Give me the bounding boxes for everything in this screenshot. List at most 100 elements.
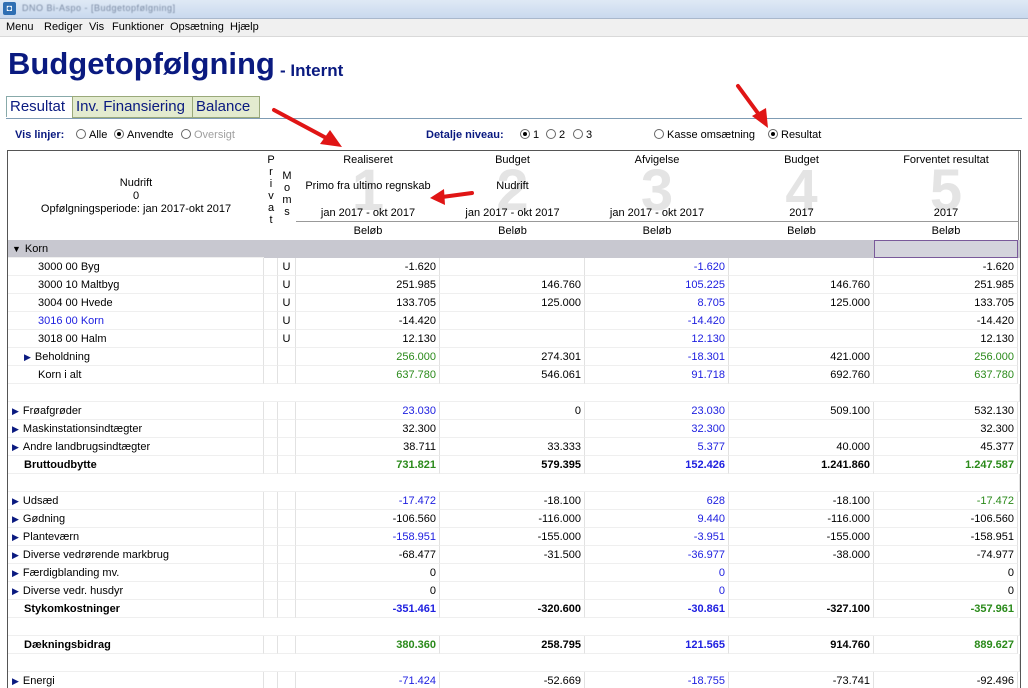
value-cell-col3: 105.225 (585, 276, 729, 294)
menu-item-0[interactable]: Menu (6, 21, 34, 33)
table-row[interactable]: Bruttoudbytte 731.821 579.395 152.426 1.241.… (8, 456, 1020, 474)
value-cell-col4 (729, 564, 874, 582)
privat-cell (264, 294, 278, 312)
table-row[interactable]: ▶ Færdigblanding mv. 0 0 0 (8, 564, 1020, 582)
detalje-option-0[interactable]: 1 (520, 129, 539, 141)
blank-row (8, 654, 1020, 672)
privat-header-letter: v (268, 190, 274, 202)
menu-item-3[interactable]: Funktioner (112, 21, 164, 33)
moms-cell (278, 456, 296, 474)
expand-triangle-icon[interactable]: ▶ (12, 496, 19, 506)
table-row[interactable]: 3000 00 Byg U -1.620 -1.620 -1.620 (8, 258, 1020, 276)
value-cell-col1: -17.472 (296, 492, 440, 510)
detalje-option-2-radio[interactable] (573, 129, 583, 139)
table-row[interactable]: ▶ Maskinstationsindtægter 32.300 32.300 32.3… (8, 420, 1020, 438)
table-row[interactable]: 3018 00 Halm U 12.130 12.130 12.130 (8, 330, 1020, 348)
table-row[interactable]: Korn i alt 637.780 546.061 91.718 692.760 637… (8, 366, 1020, 384)
menu-item-5[interactable]: Hjælp (230, 21, 259, 33)
tab-2[interactable]: Balance (192, 96, 260, 118)
table-row[interactable]: Dækningsbidrag 380.360 258.795 121.565 914.7… (8, 636, 1020, 654)
expand-triangle-icon[interactable]: ▶ (24, 352, 31, 362)
value-cell-col5: 256.000 (874, 348, 1018, 366)
value-cell-col2: 33.333 (440, 438, 585, 456)
tab-0[interactable]: Resultat (6, 96, 74, 117)
expand-triangle-icon[interactable]: ▶ (12, 532, 19, 542)
row-label-cell: Bruttoudbytte (8, 456, 264, 474)
table-row[interactable]: ▶ Gødning -106.560 -116.000 9.440 -116.000 -10… (8, 510, 1020, 528)
value-cell-col2: 0 (440, 402, 585, 420)
menu-item-2[interactable]: Vis (89, 21, 104, 33)
table-row[interactable]: 3016 00 Korn U -14.420 -14.420 -14.420 (8, 312, 1020, 330)
detalje-option-1-radio[interactable] (546, 129, 556, 139)
expand-triangle-icon[interactable]: ▶ (12, 514, 19, 524)
table-row[interactable]: 3004 00 Hvede U 133.705 125.000 8.705 125.000… (8, 294, 1020, 312)
detalje-option-2[interactable]: 3 (573, 129, 592, 141)
value-cell-col4: 146.760 (729, 276, 874, 294)
value-cell-col1: 256.000 (296, 348, 440, 366)
filter-bar: Vis linjer: Detalje niveau: Alle Anvendte… (6, 121, 1022, 147)
table-row[interactable]: ▶ Planteværn -158.951 -155.000 -3.951 -155.00… (8, 528, 1020, 546)
table-row[interactable]: ▶ Andre landbrugsindtægter 38.711 33.333 5.3… (8, 438, 1020, 456)
vis-linjer-option-2[interactable]: Oversigt (181, 129, 235, 141)
moms-header: Moms (278, 151, 297, 241)
expand-triangle-icon[interactable]: ▶ (12, 442, 19, 452)
table-row[interactable]: ▶ Udsæd -17.472 -18.100 628 -18.100 -17.472 (8, 492, 1020, 510)
value-cell-col4: 125.000 (729, 294, 874, 312)
value-cell-col5: -158.951 (874, 528, 1018, 546)
value-cell-col4: -116.000 (729, 510, 874, 528)
group-row[interactable]: ▼ Korn (8, 240, 1020, 258)
vis-linjer-option-0-radio[interactable] (76, 129, 86, 139)
table-row[interactable]: ▶ Beholdning 256.000 274.301 -18.301 421.000 2… (8, 348, 1020, 366)
menu-item-1[interactable]: Rediger (44, 21, 83, 33)
view-option-1[interactable]: Resultat (768, 129, 821, 141)
value-cell-col2: -52.669 (440, 672, 585, 688)
table-row[interactable]: Stykomkostninger -351.461 -320.600 -30.861-… (8, 600, 1020, 618)
moms-cell (278, 546, 296, 564)
expand-triangle-icon[interactable]: ▶ (12, 550, 19, 560)
privat-cell (264, 672, 278, 688)
expand-triangle-icon[interactable]: ▶ (12, 568, 19, 578)
expand-triangle-icon[interactable]: ▶ (12, 424, 19, 434)
row-label-cell: ▶ Diverse vedr. husdyr (8, 582, 264, 600)
value-cell-col4: 40.000 (729, 438, 874, 456)
vis-linjer-option-1[interactable]: Anvendte (114, 129, 173, 141)
detalje-option-0-radio[interactable] (520, 129, 530, 139)
table-row[interactable]: ▶ Diverse vedr. husdyr 0 0 0 (8, 582, 1020, 600)
expand-triangle-icon[interactable]: ▶ (12, 676, 19, 686)
column-title: Budget (495, 154, 530, 166)
value-cell-col2: 546.061 (440, 366, 585, 384)
collapse-triangle-icon[interactable]: ▼ (12, 244, 21, 254)
detalje-option-1[interactable]: 2 (546, 129, 565, 141)
value-cell-col1: 0 (296, 564, 440, 582)
vis-linjer-option-1-radio[interactable] (114, 129, 124, 139)
row-label-cell: 3004 00 Hvede (8, 294, 264, 312)
table-row[interactable]: ▶ Diverse vedrørende markbrug -68.477 -31.5… (8, 546, 1020, 564)
moms-cell (278, 510, 296, 528)
window-title: DNO Bi-Aspo - [Budgetopfølgning] (22, 3, 176, 13)
row-label-cell: ▼ Korn (8, 240, 264, 258)
value-cell-col4: 914.760 (729, 636, 874, 654)
value-cell-col5: 251.985 (874, 276, 1018, 294)
privat-cell (264, 492, 278, 510)
column-period: jan 2017 - okt 2017 (609, 207, 705, 219)
value-cell-col2 (440, 420, 585, 438)
vis-linjer-option-2-label: Oversigt (194, 129, 235, 141)
table-row[interactable]: 3000 10 Maltbyg U 251.985 146.760 105.225 146… (8, 276, 1020, 294)
vis-linjer-option-2-radio[interactable] (181, 129, 191, 139)
table-row[interactable]: ▶ Frøafgrøder 23.030 0 23.030 509.100 532.130 (8, 402, 1020, 420)
expand-triangle-icon[interactable]: ▶ (12, 586, 19, 596)
vis-linjer-option-0[interactable]: Alle (76, 129, 107, 141)
tab-1[interactable]: Inv. Finansiering (72, 96, 194, 118)
privat-header: Privat (264, 151, 279, 241)
table-row[interactable]: ▶ Energi -71.424 -52.669 -18.755 -73.741 -92.4… (8, 672, 1020, 688)
view-option-0-radio[interactable] (654, 129, 664, 139)
privat-header-letter: i (269, 178, 273, 190)
value-cell-col5: -17.472 (874, 492, 1018, 510)
value-cell-col3: -36.977 (585, 546, 729, 564)
value-cell-col3: -14.420 (585, 312, 729, 330)
column-title: Afvigelse (634, 154, 680, 166)
menu-item-4[interactable]: Opsætning (170, 21, 224, 33)
privat-header-letter: P (267, 154, 275, 166)
expand-triangle-icon[interactable]: ▶ (12, 406, 19, 416)
value-cell-col1: 0 (296, 582, 440, 600)
